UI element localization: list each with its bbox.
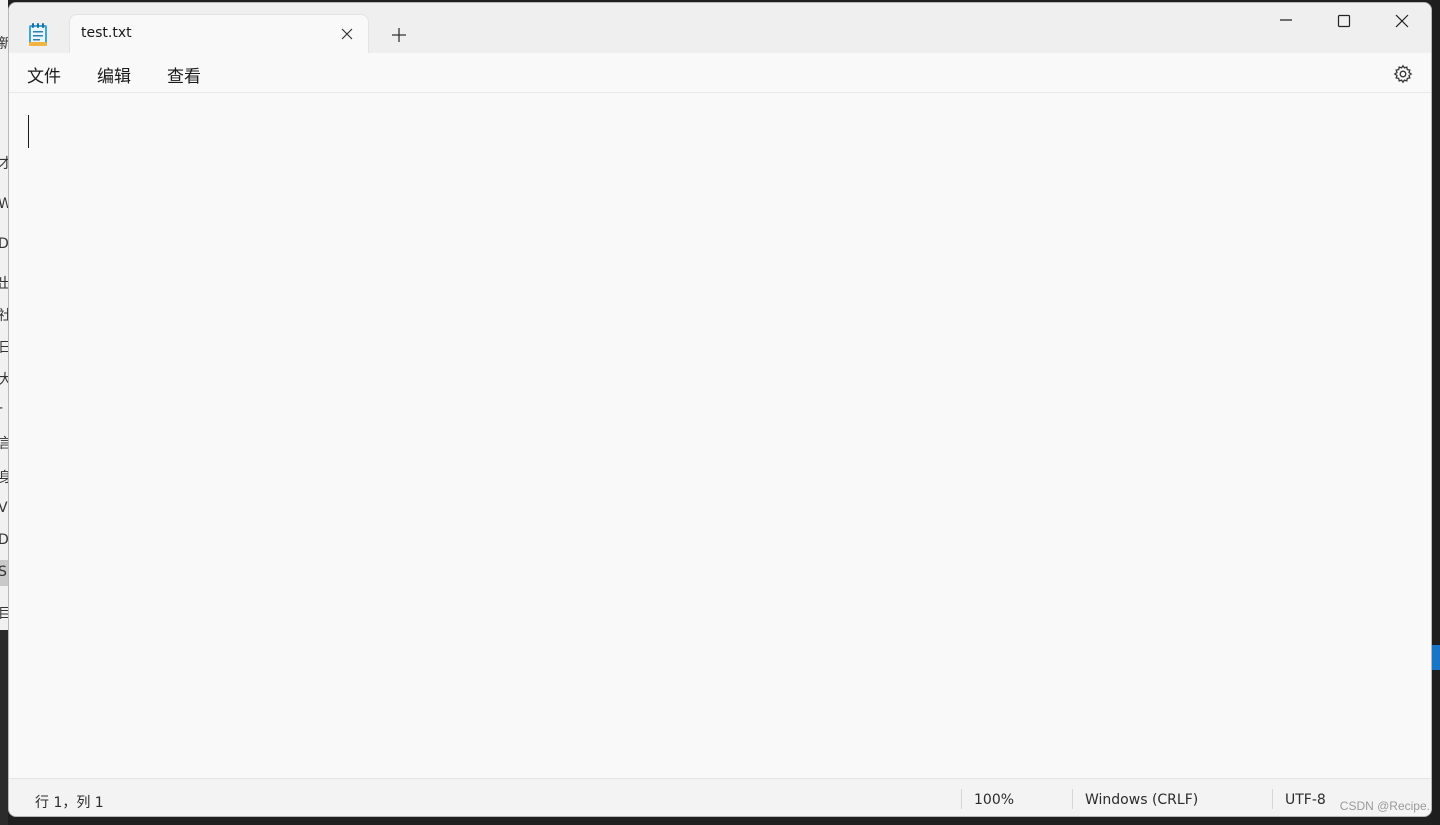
menu-edit[interactable]: 编辑 bbox=[95, 62, 133, 87]
minimize-button[interactable] bbox=[1257, 3, 1315, 39]
line-ending[interactable]: Windows (CRLF) bbox=[1085, 792, 1198, 808]
background-window-bottom bbox=[0, 630, 8, 825]
background-char: 大 bbox=[0, 372, 8, 388]
cursor-position: 行 1，列 1 bbox=[35, 795, 104, 811]
menu-bar: 文件 编辑 查看 bbox=[9, 53, 1431, 93]
status-divider bbox=[961, 789, 962, 809]
text-caret bbox=[28, 115, 29, 148]
background-char: S bbox=[0, 564, 7, 580]
background-char: W bbox=[0, 196, 8, 212]
menu-view[interactable]: 查看 bbox=[165, 62, 203, 87]
add-tab-icon[interactable] bbox=[387, 23, 411, 47]
menu-file[interactable]: 文件 bbox=[25, 62, 63, 87]
background-char: 身 bbox=[0, 470, 8, 486]
background-char: V bbox=[0, 500, 8, 516]
status-bar: 行 1，列 1 100% Windows (CRLF) UTF-8 bbox=[9, 778, 1431, 816]
background-window-left: 新 才 W D 出 社 日 大 - 言 身 V D S 目 bbox=[0, 0, 8, 630]
notepad-window: test.txt 文件 编辑 查看 行 1，列 1 100% Windows (… bbox=[8, 2, 1432, 817]
background-char: D bbox=[0, 236, 8, 252]
maximize-button[interactable] bbox=[1315, 3, 1373, 39]
background-char: 出 bbox=[0, 276, 8, 292]
background-char: 目 bbox=[0, 606, 8, 622]
minimize-icon bbox=[1280, 19, 1292, 21]
background-char: 社 bbox=[0, 308, 8, 324]
tab-test-txt[interactable]: test.txt bbox=[69, 14, 369, 54]
tab-title: test.txt bbox=[81, 25, 132, 41]
status-divider bbox=[1272, 789, 1273, 809]
close-icon bbox=[1395, 14, 1409, 28]
title-bar[interactable]: test.txt bbox=[9, 3, 1431, 54]
background-char: 言 bbox=[0, 436, 8, 452]
background-char: 日 bbox=[0, 340, 8, 356]
background-char: D bbox=[0, 532, 8, 548]
zoom-level[interactable]: 100% bbox=[974, 792, 1014, 808]
background-char: 新 bbox=[0, 36, 8, 52]
maximize-icon bbox=[1337, 14, 1351, 28]
background-char: - bbox=[0, 400, 3, 416]
tab-close-icon[interactable] bbox=[338, 25, 356, 43]
background-accent bbox=[1432, 645, 1440, 670]
encoding[interactable]: UTF-8 bbox=[1285, 792, 1326, 808]
settings-gear-icon[interactable] bbox=[1393, 64, 1413, 84]
notepad-app-icon bbox=[29, 23, 47, 46]
background-char: 才 bbox=[0, 156, 8, 172]
text-editor[interactable] bbox=[9, 93, 1431, 778]
watermark: CSDN @Recipe. bbox=[1339, 799, 1430, 813]
status-divider bbox=[1072, 789, 1073, 809]
close-window-button[interactable] bbox=[1373, 3, 1431, 39]
background-window-right bbox=[1432, 0, 1440, 825]
